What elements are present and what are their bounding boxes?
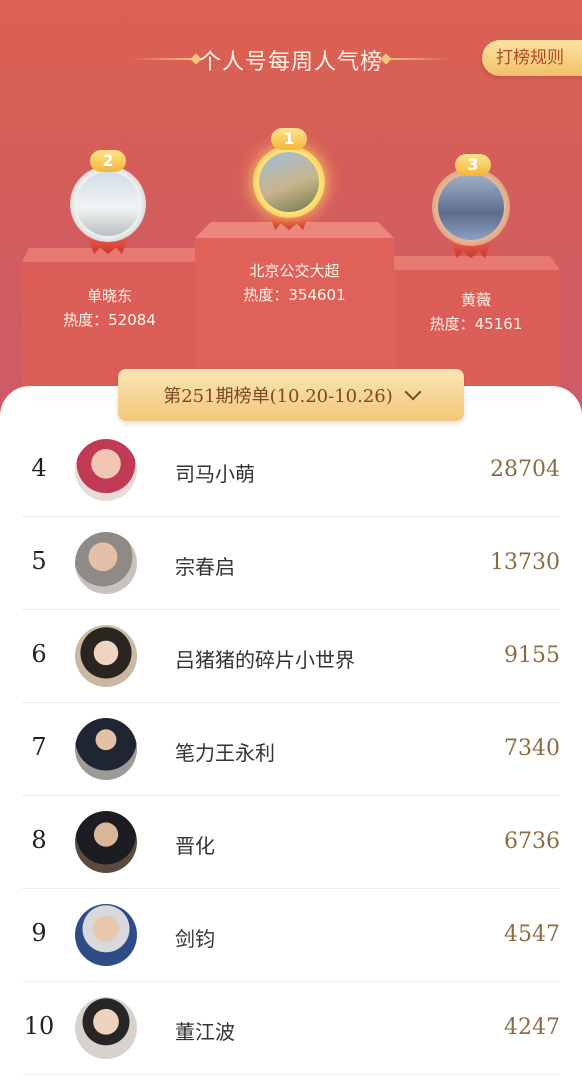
rank-badge-second: 2 bbox=[90, 150, 126, 172]
list-item[interactable]: 6 吕猪猪的碎片小世界 9155 bbox=[22, 610, 560, 703]
list-rank: 9 bbox=[31, 919, 47, 947]
avatar-first[interactable] bbox=[253, 146, 325, 218]
ranking-list: 4 司马小萌 28704 5 宗春启 13730 6 吕猪猪的碎片小世界 915… bbox=[22, 424, 560, 1075]
podium-first-info[interactable]: 北京公交大超 热度：354601 bbox=[195, 259, 394, 307]
list-item[interactable]: 5 宗春启 13730 bbox=[22, 517, 560, 610]
avatar bbox=[75, 997, 137, 1059]
list-rank: 10 bbox=[23, 1012, 55, 1040]
avatar bbox=[75, 439, 137, 501]
podium-third-heat: 热度：45161 bbox=[429, 315, 523, 333]
list-name: 董江波 bbox=[175, 1020, 235, 1044]
period-label: 第251期榜单(10.20-10.26) bbox=[163, 386, 393, 407]
podium-first-name: 北京公交大超 bbox=[249, 262, 340, 280]
list-item[interactable]: 10 董江波 4247 bbox=[22, 982, 560, 1075]
avatar bbox=[75, 811, 137, 873]
list-name: 剑钧 bbox=[175, 927, 215, 951]
rank-badge-first: 1 bbox=[271, 128, 307, 150]
list-rank: 6 bbox=[31, 640, 47, 668]
list-rank: 5 bbox=[31, 547, 47, 575]
podium-third-top bbox=[392, 256, 560, 270]
list-rank: 4 bbox=[31, 454, 47, 482]
list-score: 6736 bbox=[504, 829, 560, 854]
list-name: 吕猪猪的碎片小世界 bbox=[175, 648, 355, 672]
list-name: 司马小萌 bbox=[175, 462, 255, 486]
list-rank: 8 bbox=[31, 826, 47, 854]
period-selector[interactable]: 第251期榜单(10.20-10.26) bbox=[118, 369, 464, 421]
chevron-down-icon bbox=[404, 383, 422, 401]
list-score: 13730 bbox=[490, 550, 560, 575]
avatar-first-photo bbox=[259, 152, 319, 212]
avatar bbox=[75, 532, 137, 594]
rank-badge-third: 3 bbox=[455, 154, 491, 176]
list-item[interactable]: 9 剑钧 4547 bbox=[22, 889, 560, 982]
list-score: 4247 bbox=[504, 1015, 560, 1040]
podium-third-name: 黄薇 bbox=[460, 291, 491, 309]
podium-second-heat: 热度：52084 bbox=[63, 311, 156, 329]
podium-first-heat: 热度：354601 bbox=[243, 286, 346, 304]
avatar-second-photo bbox=[76, 172, 140, 236]
list-name: 晋化 bbox=[175, 834, 215, 858]
ranking-rules-button[interactable]: 打榜规则 bbox=[482, 40, 582, 76]
list-item[interactable]: 4 司马小萌 28704 bbox=[22, 424, 560, 517]
list-rank: 7 bbox=[31, 733, 47, 761]
list-score: 4547 bbox=[504, 922, 560, 947]
list-name: 宗春启 bbox=[175, 555, 235, 579]
podium-second-name: 单晓东 bbox=[86, 287, 132, 305]
list-score: 7340 bbox=[504, 736, 560, 761]
list-score: 28704 bbox=[490, 457, 560, 482]
podium-second-info[interactable]: 单晓东 热度：52084 bbox=[22, 284, 197, 332]
avatar-third[interactable] bbox=[432, 168, 510, 246]
avatar-third-photo bbox=[438, 174, 504, 240]
avatar-second[interactable] bbox=[70, 166, 146, 242]
avatar bbox=[75, 718, 137, 780]
list-score: 9155 bbox=[504, 643, 560, 668]
list-name: 笔力王永利 bbox=[175, 741, 275, 765]
avatar bbox=[75, 904, 137, 966]
list-item[interactable]: 7 笔力王永利 7340 bbox=[22, 703, 560, 796]
title-decor-line-right bbox=[388, 58, 453, 60]
list-item[interactable]: 8 晋化 6736 bbox=[22, 796, 560, 889]
avatar bbox=[75, 625, 137, 687]
podium-third-info[interactable]: 黄薇 热度：45161 bbox=[392, 288, 560, 336]
